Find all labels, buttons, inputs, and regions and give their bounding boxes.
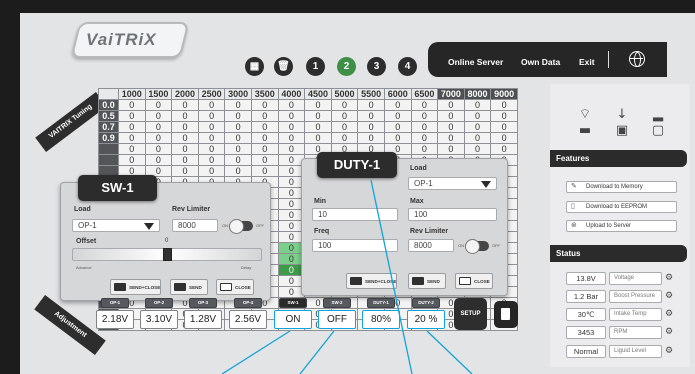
callout-line-sw2: [299, 330, 335, 374]
callout-line-duty1: [370, 179, 413, 374]
callout-lines: [221, 179, 473, 374]
callout-line-duty2: [426, 330, 473, 374]
app-root: VaiTRiX ▦ 🗑 1 2 3 4 Online Server Own Da…: [0, 0, 695, 374]
callout-line-sw1: [221, 330, 291, 374]
